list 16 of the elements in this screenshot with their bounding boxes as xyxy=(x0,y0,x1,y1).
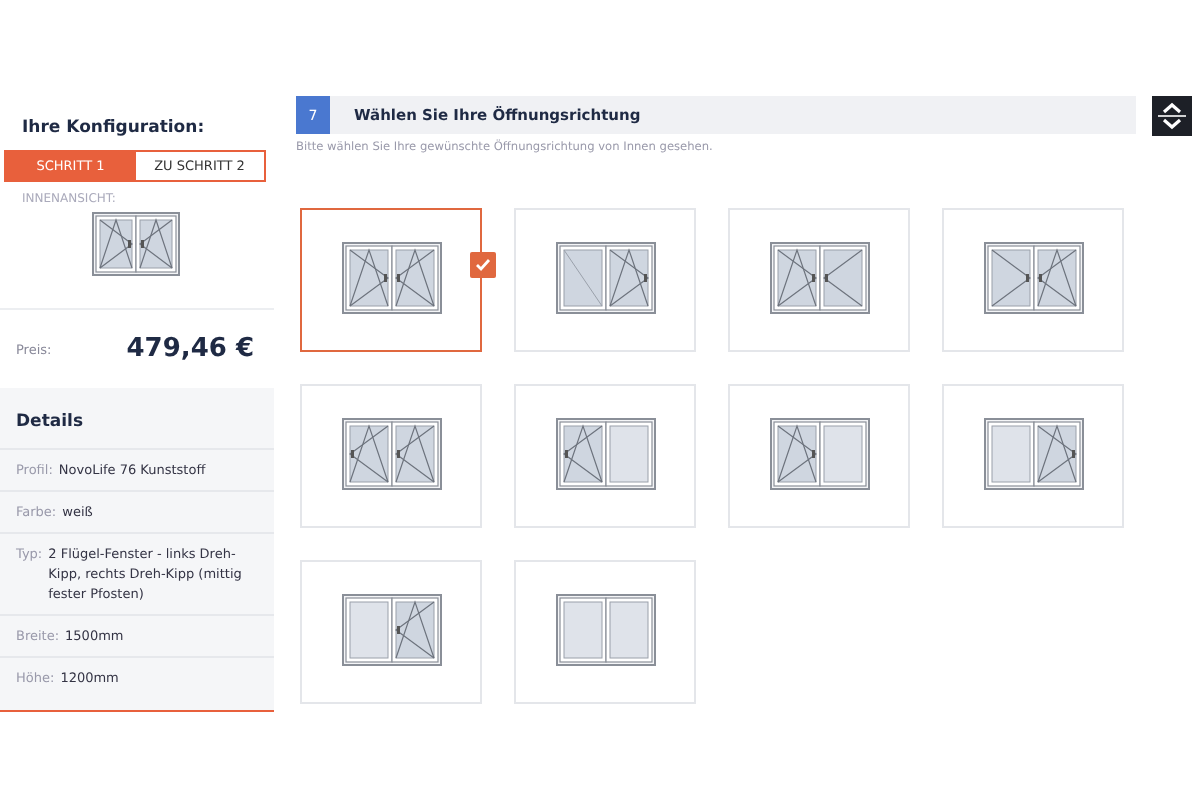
window-icon xyxy=(555,594,655,666)
checkmark-icon xyxy=(470,252,496,278)
window-icon xyxy=(341,418,441,490)
window-icon xyxy=(555,418,655,490)
sidebar-title: Ihre Konfiguration: xyxy=(22,118,207,138)
window-icon xyxy=(341,594,441,666)
price-value: 479,46 € xyxy=(126,334,254,364)
window-icon xyxy=(341,242,441,314)
window-icon xyxy=(983,242,1083,314)
window-icon xyxy=(983,418,1083,490)
window-icon xyxy=(769,418,869,490)
window-icon xyxy=(769,242,869,314)
window-icon xyxy=(555,242,655,314)
window-icon xyxy=(91,212,179,276)
details-title: Details xyxy=(14,410,86,436)
window-option[interactable] xyxy=(300,208,482,352)
